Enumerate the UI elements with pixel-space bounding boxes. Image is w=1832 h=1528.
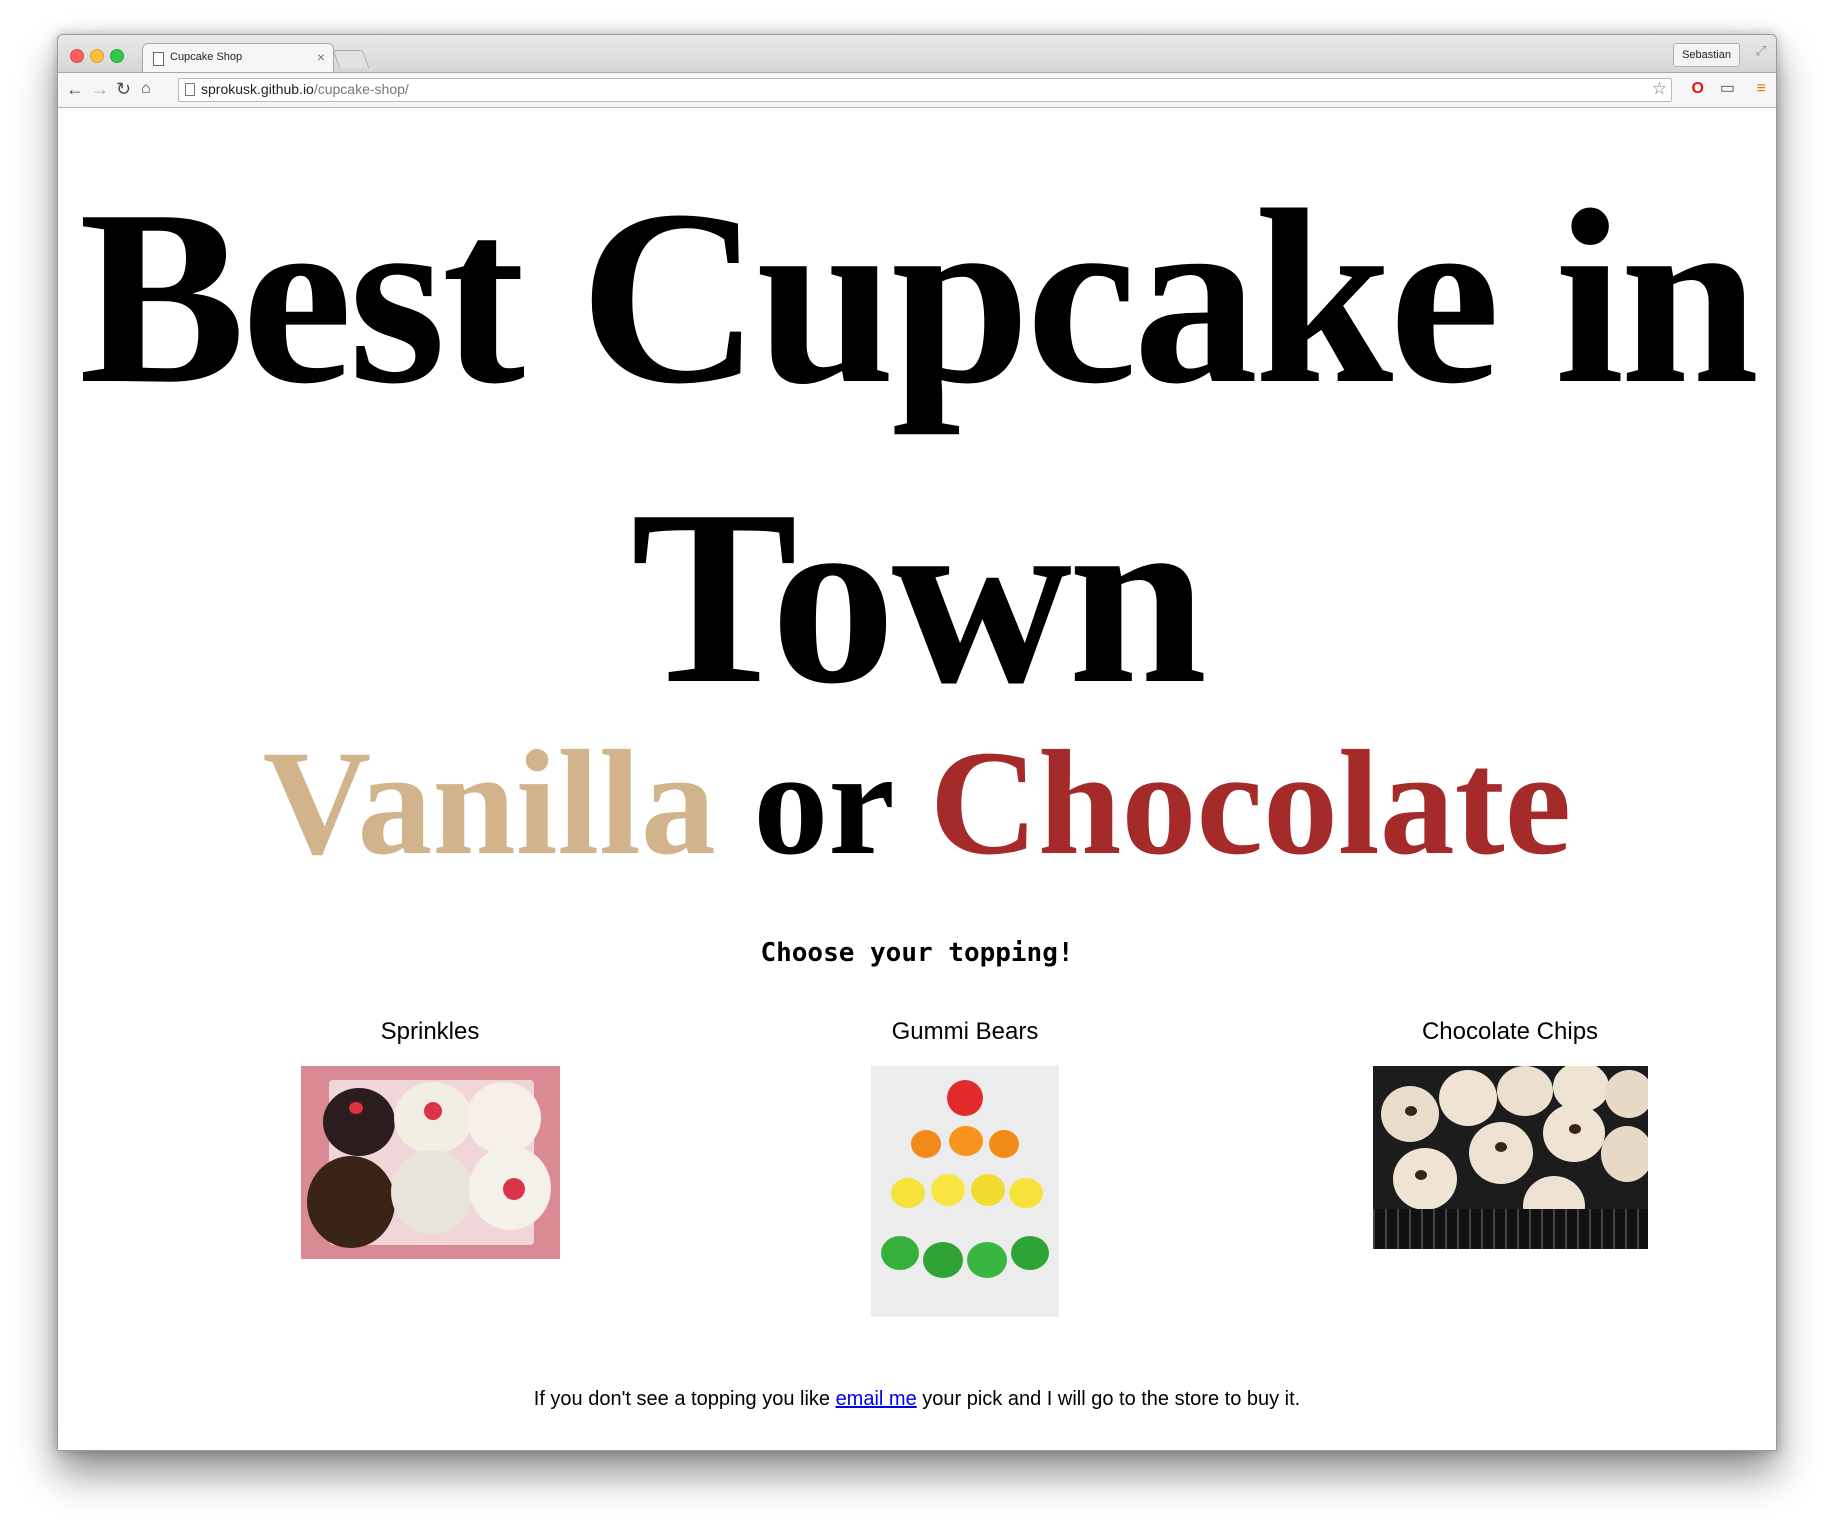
footer-message: If you don't see a topping you like emai… — [58, 1388, 1776, 1411]
tab-strip: Cupcake Shop × Sebastian ⤢ — [58, 35, 1776, 73]
chocolate-chips-cupcake-image — [1372, 1066, 1648, 1249]
fullscreen-icon[interactable]: ⤢ — [1756, 43, 1766, 59]
zoom-window-icon[interactable] — [110, 49, 124, 63]
flavor-vanilla: Vanilla — [262, 720, 716, 886]
address-bar[interactable]: sprokusk.github.io/cupcake-shop/ ☆ — [178, 78, 1672, 102]
sprinkles-cupcake-image — [300, 1066, 560, 1259]
new-tab-button[interactable] — [332, 50, 370, 68]
reload-icon[interactable]: ↻ — [116, 79, 131, 99]
topping-chocolate-chips: Chocolate Chips — [1300, 1018, 1720, 1249]
home-icon[interactable]: ⌂ — [141, 79, 151, 99]
menu-icon[interactable]: ≡ — [1757, 80, 1766, 98]
bookmark-star-icon[interactable]: ☆ — [1652, 79, 1667, 99]
tab-title: Cupcake Shop — [170, 51, 243, 63]
opera-extension-icon[interactable]: O — [1692, 80, 1704, 98]
tab-cupcake-shop[interactable]: Cupcake Shop × — [142, 43, 334, 73]
minimize-window-icon[interactable] — [90, 49, 104, 63]
browser-window: Cupcake Shop × Sebastian ⤢ ← → ↻ ⌂ sprok… — [57, 34, 1777, 1451]
footer-text-before: If you don't see a topping you like — [533, 1388, 836, 1410]
flavor-or: or — [753, 720, 893, 886]
topping-name: Gummi Bears — [891, 1018, 1039, 1045]
close-tab-icon[interactable]: × — [317, 49, 325, 65]
flavor-heading: Vanilla or Chocolate — [58, 723, 1776, 883]
url-host: sprokusk.github.io — [201, 81, 314, 97]
forward-icon[interactable]: → — [91, 79, 109, 99]
topping-gummi-bears: Gummi Bears — [755, 1018, 1175, 1317]
page-icon — [185, 83, 195, 96]
page-content: Best Cupcake in Town Vanilla or Chocolat… — [58, 108, 1776, 1450]
topping-sprinkles: Sprinkles — [220, 1018, 640, 1259]
footer-text-after: your pick and I will go to the store to … — [916, 1388, 1301, 1410]
choose-topping-prompt: Choose your topping! — [760, 938, 1074, 968]
close-window-icon[interactable] — [70, 49, 84, 63]
browser-toolbar: ← → ↻ ⌂ sprokusk.github.io/cupcake-shop/… — [58, 72, 1776, 108]
page-icon — [153, 52, 164, 66]
cast-icon[interactable]: ▭ — [1720, 80, 1735, 98]
topping-name: Sprinkles — [380, 1018, 480, 1045]
gummi-bears-cupcake-image — [871, 1066, 1059, 1317]
back-icon[interactable]: ← — [66, 79, 84, 99]
flavor-chocolate: Chocolate — [929, 720, 1572, 886]
profile-button[interactable]: Sebastian — [1673, 43, 1740, 67]
url-path: /cupcake-shop/ — [313, 81, 409, 97]
email-me-link[interactable]: email me — [836, 1388, 917, 1410]
topping-name: Chocolate Chips — [1421, 1018, 1599, 1045]
url-text[interactable]: sprokusk.github.io/cupcake-shop/ — [201, 81, 409, 97]
page-title: Best Cupcake in Town — [78, 159, 1759, 736]
